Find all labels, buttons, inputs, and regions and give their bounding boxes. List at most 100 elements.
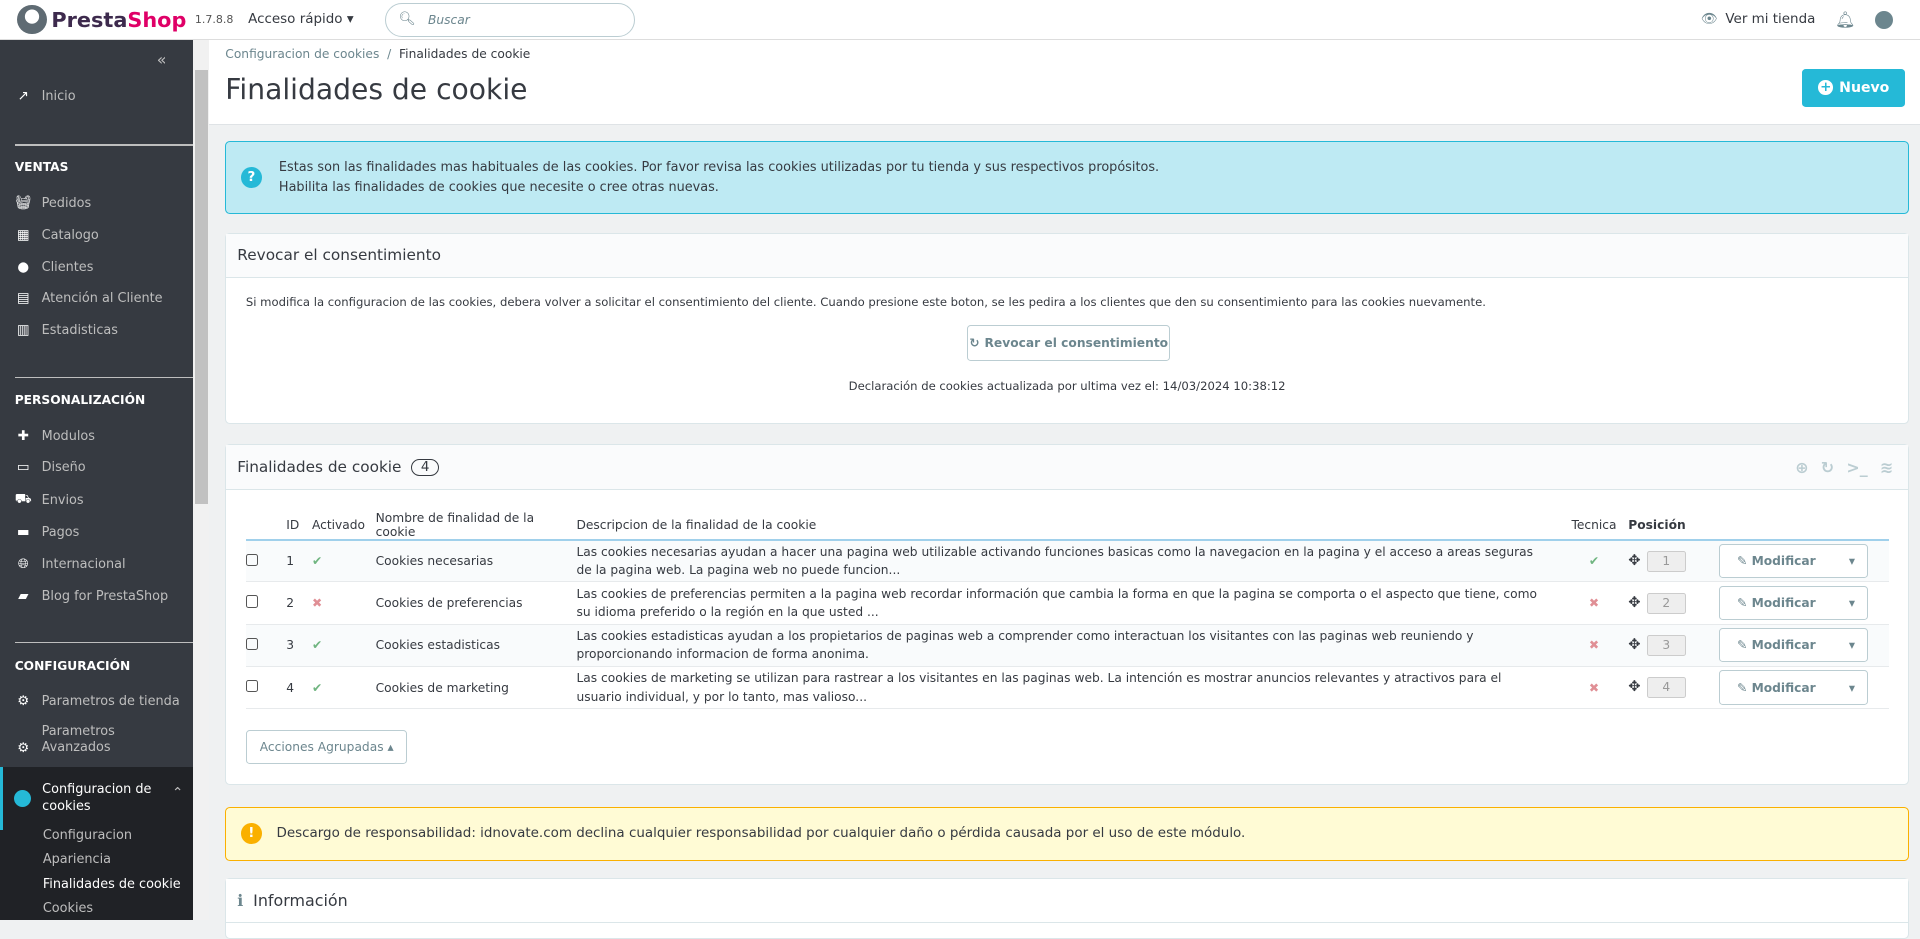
drag-move-icon[interactable]: ✥ — [1628, 678, 1640, 695]
caret-down-icon[interactable]: ▾ — [1849, 681, 1855, 695]
sidebar-item-configuracion-cookies[interactable]: Configuracion de cookies ⌃ — [0, 766, 194, 831]
drag-move-icon[interactable]: ✥ — [1628, 636, 1640, 653]
purposes-table: ID Activado Nombre de finalidad de la co… — [245, 510, 1890, 710]
row-checkbox[interactable] — [245, 679, 259, 693]
sidebar-item-label: Parametros Avanzados — [41, 723, 115, 755]
add-icon[interactable]: ⊕ — [1795, 458, 1808, 477]
check-icon[interactable]: ✔ — [311, 624, 376, 667]
basket-icon: 🧺︎ — [14, 195, 32, 211]
position-box: 2 — [1646, 592, 1686, 614]
table-row: 3 ✔ Cookies estadisticas Las cookies est… — [245, 624, 1890, 667]
revoke-button[interactable]: ↻ Revocar el consentimiento — [967, 325, 1171, 361]
modify-button[interactable]: ✎ Modificar ▾ — [1718, 585, 1869, 621]
database-icon[interactable]: ≋ — [1880, 458, 1893, 477]
submenu-finalidades[interactable]: Finalidades de cookie — [43, 877, 181, 892]
divider — [14, 144, 194, 146]
user-avatar-icon[interactable] — [1874, 10, 1894, 29]
sidebar-item-estadisticas[interactable]: ▥ Estadisticas — [15, 323, 118, 338]
position-box: 4 — [1646, 677, 1686, 698]
gear-icon: ⚙ — [17, 694, 30, 710]
sidebar-scrollbar[interactable] — [193, 40, 210, 920]
globe-icon: 🌐︎ — [17, 557, 29, 573]
new-button-label: Nuevo — [1839, 79, 1890, 96]
sidebar-item-parametros-tienda[interactable]: ⚙ Parametros de tienda — [15, 694, 179, 710]
modify-button[interactable]: ✎ Modificar ▾ — [1718, 670, 1869, 705]
view-store-link[interactable]: 👁︎ Ver mi tienda — [1701, 12, 1815, 27]
row-description: Las cookies de marketing se utilizan par… — [576, 666, 1560, 710]
prestashop-logo[interactable]: PrestaShop — [17, 5, 186, 35]
plus-circle-icon: + — [1818, 80, 1834, 96]
check-icon[interactable]: ✔ — [311, 666, 376, 710]
section-configuracion: CONFIGURACIÓN — [14, 658, 131, 673]
status-mark: ✔ — [311, 554, 323, 569]
submenu-cookies[interactable]: Cookies — [43, 901, 93, 916]
status-mark: ✔ — [311, 638, 323, 653]
sidebar-item-blog[interactable]: ▰ Blog for PrestaShop — [15, 589, 168, 604]
chevron-up-icon: ⌃ — [171, 786, 184, 802]
bulk-actions-label: Acciones Agrupadas — [259, 739, 384, 754]
sidebar-item-parametros-avanzados[interactable]: ⚙ Parametros Avanzados — [15, 724, 115, 756]
bell-icon[interactable]: 🔔︎ — [1835, 10, 1855, 29]
row-checkbox[interactable] — [245, 553, 259, 566]
purposes-list-panel: Finalidades de cookie 4 ⊕ ↻ >_ ≋ ID Activado… — [225, 444, 1909, 785]
caret-down-icon: ▾ — [346, 12, 354, 28]
drag-move-icon[interactable]: ✥ — [1628, 594, 1640, 611]
info-alert: ? Estas son las finalidades mas habitual… — [225, 140, 1909, 215]
sql-terminal-icon[interactable]: >_ — [1846, 458, 1867, 477]
new-button[interactable]: + Nuevo — [1802, 68, 1906, 107]
sidebar-item-modulos[interactable]: ✚ Modulos — [15, 429, 95, 444]
row-id: 3 — [286, 624, 312, 667]
collapse-sidebar-icon[interactable]: « — [157, 50, 167, 69]
cross-icon: ✖ — [1559, 581, 1629, 625]
eye-icon: 👁︎ — [1700, 12, 1719, 28]
row-checkbox[interactable] — [245, 595, 259, 608]
sidebar-item-atencion[interactable]: ▤ Atención al Cliente — [15, 291, 163, 306]
col-description: Descripcion de la finalidad de la cookie — [576, 510, 1560, 541]
col-position[interactable]: Posición — [1628, 510, 1719, 541]
count-badge: 4 — [411, 458, 439, 476]
caret-down-icon[interactable]: ▾ — [1849, 554, 1855, 568]
bulk-actions-button[interactable]: Acciones Agrupadas ▴ — [245, 729, 408, 764]
modify-button[interactable]: ✎ Modificar ▾ — [1718, 628, 1869, 663]
breadcrumb-parent[interactable]: Configuracion de cookies — [225, 47, 379, 61]
document-icon: ▰ — [18, 588, 29, 604]
position-box: 1 — [1646, 550, 1686, 572]
sidebar-item-pagos[interactable]: ▬ Pagos — [15, 525, 79, 540]
sidebar-item-envios[interactable]: ⛟ Envios — [15, 492, 84, 509]
pencil-icon: ✎ — [1737, 596, 1748, 611]
quick-access-label: Acceso rápido — [248, 12, 343, 28]
trend-icon: ↗ — [17, 89, 29, 105]
modify-label: Modificar — [1751, 596, 1816, 611]
breadcrumb: Configuracion de cookies / Finalidades d… — [225, 46, 531, 61]
refresh-list-icon[interactable]: ↻ — [1821, 458, 1834, 477]
caret-down-icon[interactable]: ▾ — [1849, 638, 1855, 652]
table-row: 4 ✔ Cookies de marketing Las cookies de … — [245, 666, 1890, 710]
pencil-icon: ✎ — [1737, 554, 1748, 569]
chat-icon: ▤ — [16, 291, 30, 307]
sidebar-item-label: Modulos — [41, 428, 95, 444]
exclamation-icon: ! — [240, 823, 262, 845]
sidebar-item-catalogo[interactable]: ▦ Catalogo — [15, 228, 99, 243]
sidebar-item-internacional[interactable]: 🌐︎ Internacional — [15, 557, 126, 572]
quick-access-dropdown[interactable]: Acceso rápido ▾ — [248, 12, 353, 27]
search-input[interactable]: 🔍︎ Buscar — [385, 2, 636, 37]
modify-button[interactable]: ✎ Modificar ▾ — [1718, 543, 1869, 579]
row-name: Cookies estadisticas — [375, 624, 577, 667]
sidebar-item-inicio[interactable]: ↗ Inicio — [15, 89, 76, 104]
row-checkbox[interactable] — [245, 637, 259, 650]
caret-down-icon[interactable]: ▾ — [1849, 596, 1855, 610]
scrollbar-thumb[interactable] — [194, 69, 209, 505]
submenu-configuracion[interactable]: Configuracion — [43, 828, 132, 843]
sidebar-item-pedidos[interactable]: 🧺︎ Pedidos — [15, 196, 92, 211]
check-icon[interactable]: ✔ — [311, 539, 376, 583]
puzzle-icon: ✚ — [17, 428, 29, 444]
col-name: Nombre de finalidad de la cookie — [375, 510, 577, 541]
drag-move-icon[interactable]: ✥ — [1628, 552, 1640, 569]
sidebar-item-diseno[interactable]: ▭ Diseño — [15, 460, 86, 475]
section-personalizacion: PERSONALIZACIÓN — [14, 393, 146, 408]
brand-a: Presta — [51, 7, 128, 32]
sidebar-item-clientes[interactable]: ● Clientes — [15, 260, 93, 275]
cross-icon[interactable]: ✖ — [311, 581, 376, 625]
submenu-apariencia[interactable]: Apariencia — [43, 852, 111, 867]
disclaimer-alert: ! Descargo de responsabilidad: idnovate.… — [225, 806, 1909, 861]
